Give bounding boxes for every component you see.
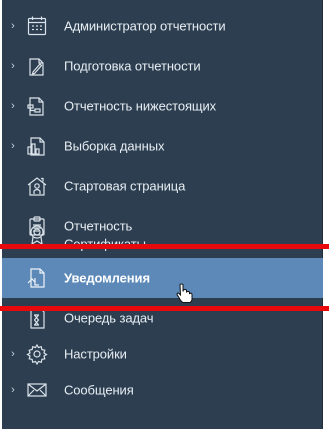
- sidebar-item-messages[interactable]: › Сообщения: [2, 370, 323, 410]
- document-chart-icon: [26, 135, 48, 157]
- sidebar-item-certificates[interactable]: Сертификаты: [2, 223, 323, 254]
- document-hierarchy-icon: [26, 95, 48, 117]
- sidebar-item-label: Выборка данных: [64, 138, 165, 154]
- sidebar-menu: › Администратор отчетности › Подготовка …: [2, 0, 323, 429]
- envelope-icon: [26, 379, 48, 401]
- calendar-icon: [26, 15, 48, 37]
- certificate-icon: [26, 223, 48, 246]
- chevron-right-icon[interactable]: ›: [8, 100, 18, 112]
- home-icon: [26, 175, 48, 197]
- annotation-line-top: [0, 244, 329, 249]
- gear-icon: [26, 343, 48, 365]
- sidebar-item-label: Стартовая страница: [64, 178, 186, 194]
- sidebar-item-reporting-admin[interactable]: › Администратор отчетности: [2, 6, 323, 46]
- sidebar-item-label: Настройки: [64, 346, 127, 362]
- screenshot-panel: › Администратор отчетности › Подготовка …: [0, 0, 329, 429]
- chevron-right-icon[interactable]: ›: [8, 140, 18, 152]
- sidebar-item-label: Уведомления: [64, 270, 150, 286]
- chevron-right-icon[interactable]: ›: [8, 348, 18, 360]
- chevron-right-icon[interactable]: ›: [8, 60, 18, 72]
- document-pen-icon: [26, 55, 48, 77]
- chevron-right-icon[interactable]: ›: [8, 384, 18, 396]
- sidebar-item-data-selection[interactable]: › Выборка данных: [2, 126, 323, 166]
- sidebar-item-report-preparation[interactable]: › Подготовка отчетности: [2, 46, 323, 86]
- sidebar-item-start-page[interactable]: Стартовая страница: [2, 166, 323, 206]
- sidebar-item-label: Очередь задач: [64, 310, 154, 326]
- sidebar-item-notifications[interactable]: Уведомления: [2, 258, 323, 298]
- sidebar-item-label: Сообщения: [64, 382, 134, 398]
- sidebar-item-label: Подготовка отчетности: [64, 58, 201, 74]
- notification-document-icon: [26, 267, 48, 289]
- sidebar-item-label: Администратор отчетности: [64, 18, 226, 34]
- sidebar-item-label: Отчетность нижестоящих: [64, 98, 217, 114]
- hand-pointer-cursor-icon: [174, 283, 194, 303]
- sidebar-item-subordinate-reporting[interactable]: › Отчетность нижестоящих: [2, 86, 323, 126]
- annotation-line-bottom: [0, 306, 329, 311]
- chevron-right-icon[interactable]: ›: [8, 20, 18, 32]
- sidebar-item-settings[interactable]: › Настройки: [2, 334, 323, 374]
